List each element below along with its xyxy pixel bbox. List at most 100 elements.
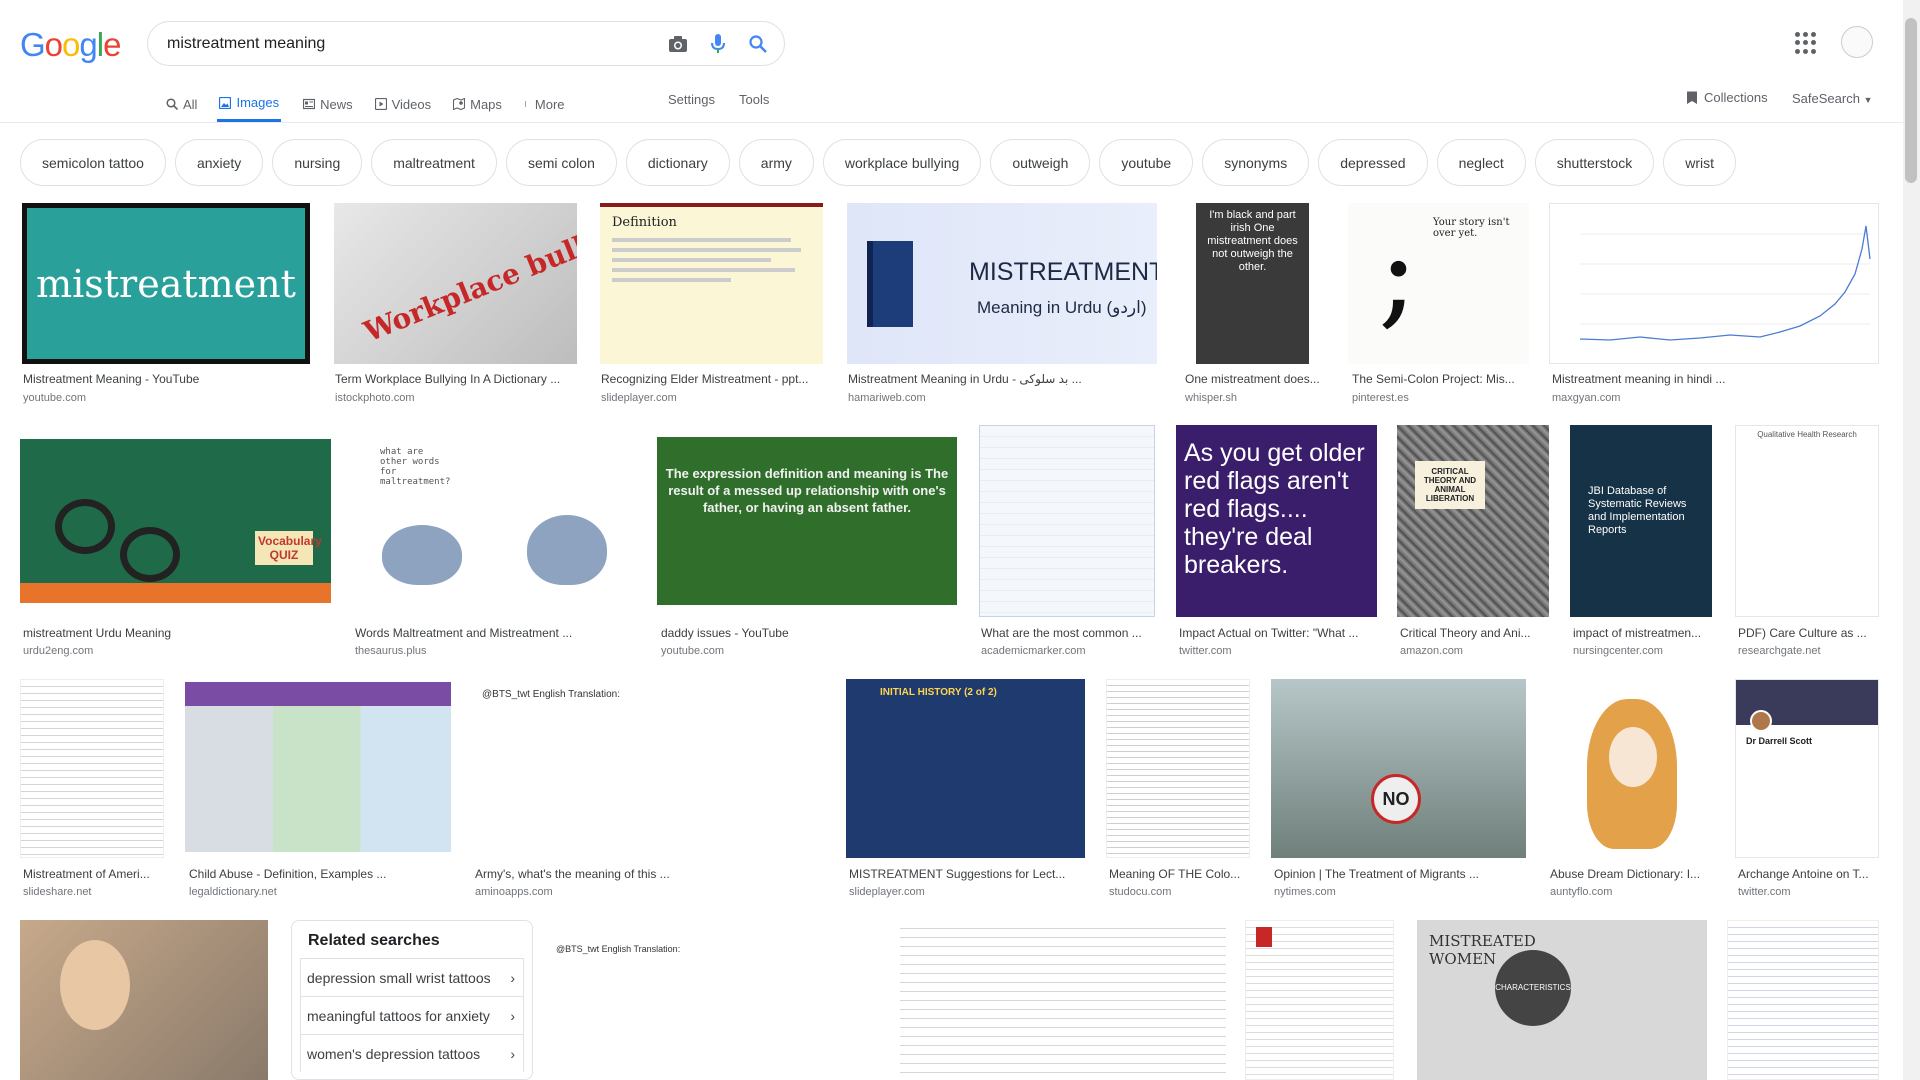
scrollbar[interactable] xyxy=(1903,0,1920,1080)
result-title[interactable]: Meaning OF THE Colo... xyxy=(1109,867,1249,881)
result-source[interactable]: nursingcenter.com xyxy=(1573,645,1663,657)
result-source[interactable]: amazon.com xyxy=(1400,645,1463,657)
result-source[interactable]: twitter.com xyxy=(1738,886,1791,898)
result-image[interactable] xyxy=(1547,679,1712,858)
result-source[interactable]: slideplayer.com xyxy=(601,392,677,404)
chip[interactable]: youtube xyxy=(1099,139,1194,186)
result-title[interactable]: mistreatment Urdu Meaning xyxy=(23,626,323,640)
result-image[interactable]: @BTS_twt English Translation: xyxy=(554,920,880,1080)
result-title[interactable]: Child Abuse - Definition, Examples ... xyxy=(189,867,449,881)
result-image[interactable]: The expression definition and meaning is… xyxy=(657,437,957,605)
result-image[interactable]: INITIAL HISTORY (2 of 2) xyxy=(846,679,1085,858)
chip[interactable]: synonyms xyxy=(1202,139,1310,186)
related-search-item[interactable]: meaningful tattoos for anxiety › xyxy=(300,996,524,1034)
result-image[interactable]: NO xyxy=(1271,679,1526,858)
result-title[interactable]: Mistreatment meaning in hindi ... xyxy=(1552,372,1852,386)
result-source[interactable]: pinterest.es xyxy=(1352,392,1409,404)
related-search-item[interactable]: women's depression tattoos › xyxy=(300,1034,524,1072)
result-image[interactable] xyxy=(1106,679,1250,858)
result-title[interactable]: What are the most common ... xyxy=(981,626,1151,640)
result-image[interactable]: CRITICAL THEORY AND ANIMAL LIBERATION xyxy=(1397,425,1549,617)
chip[interactable]: semicolon tattoo xyxy=(20,139,166,186)
result-image[interactable] xyxy=(1549,203,1879,364)
chip[interactable]: outweigh xyxy=(990,139,1091,186)
result-title[interactable]: Opinion | The Treatment of Migrants ... xyxy=(1274,867,1524,881)
chip[interactable]: shutterstock xyxy=(1534,139,1655,186)
search-box[interactable] xyxy=(147,21,785,66)
result-image[interactable]: Definition xyxy=(600,203,823,364)
result-image[interactable]: I'm black and part irish One mistreatmen… xyxy=(1196,203,1309,364)
result-image[interactable]: Qualitative Health Research xyxy=(1735,425,1879,617)
result-image[interactable]: Workplace bullying: xyxy=(334,203,577,364)
tab-news[interactable]: News xyxy=(303,86,353,122)
search-input[interactable] xyxy=(167,34,658,53)
chip[interactable]: nursing xyxy=(272,139,363,186)
result-title[interactable]: One mistreatment does... xyxy=(1185,372,1325,386)
result-image[interactable]: what are other words for maltreatment? xyxy=(352,425,637,617)
result-title[interactable]: Archange Antoine on T... xyxy=(1738,867,1878,881)
camera-icon[interactable] xyxy=(658,24,698,64)
tab-more[interactable]: More xyxy=(524,86,565,122)
collections-link[interactable]: Collections xyxy=(1686,90,1768,105)
chip[interactable]: army xyxy=(738,139,814,186)
result-image[interactable]: MISTREATED WOMEN CHARACTERISTICS xyxy=(1417,920,1707,1080)
result-image[interactable] xyxy=(1245,920,1394,1080)
avatar[interactable] xyxy=(1841,26,1873,58)
result-source[interactable]: maxgyan.com xyxy=(1552,392,1620,404)
settings-link[interactable]: Settings xyxy=(668,92,715,107)
result-source[interactable]: slideshare.net xyxy=(23,886,92,898)
chip[interactable]: semi colon xyxy=(505,139,617,186)
google-logo[interactable]: Google xyxy=(20,26,121,64)
chip[interactable]: workplace bullying xyxy=(822,139,982,186)
result-source[interactable]: youtube.com xyxy=(661,645,724,657)
microphone-icon[interactable] xyxy=(698,24,738,64)
result-source[interactable]: twitter.com xyxy=(1179,645,1232,657)
result-image[interactable]: mistreatment xyxy=(22,203,310,364)
result-image[interactable] xyxy=(185,682,451,852)
result-source[interactable]: aminoapps.com xyxy=(475,886,553,898)
tools-link[interactable]: Tools xyxy=(739,92,769,107)
result-title[interactable]: Abuse Dream Dictionary: I... xyxy=(1550,867,1710,881)
result-title[interactable]: Words Maltreatment and Mistreatment ... xyxy=(355,626,635,640)
result-title[interactable]: Army's, what's the meaning of this ... xyxy=(475,867,820,881)
result-title[interactable]: impact of mistreatmen... xyxy=(1573,626,1713,640)
chip[interactable]: wrist xyxy=(1663,139,1737,186)
related-search-item[interactable]: depression small wrist tattoos › xyxy=(300,958,524,996)
result-source[interactable]: whisper.sh xyxy=(1185,392,1237,404)
result-image[interactable] xyxy=(20,920,268,1080)
result-title[interactable]: Impact Actual on Twitter: "What ... xyxy=(1179,626,1374,640)
result-title[interactable]: Critical Theory and Ani... xyxy=(1400,626,1548,640)
result-source[interactable]: academicmarker.com xyxy=(981,645,1086,657)
result-title[interactable]: MISTREATMENT Suggestions for Lect... xyxy=(849,867,1084,881)
result-source[interactable]: legaldictionary.net xyxy=(189,886,277,898)
tab-all[interactable]: All xyxy=(166,86,197,122)
result-image[interactable]: ; Your story isn't over yet. xyxy=(1348,203,1529,364)
chip[interactable]: depressed xyxy=(1318,139,1428,186)
result-image[interactable]: JBI Database of Systematic Reviews and I… xyxy=(1570,425,1712,617)
result-image[interactable] xyxy=(20,679,164,858)
tab-videos[interactable]: Videos xyxy=(374,86,431,122)
result-source[interactable]: nytimes.com xyxy=(1274,886,1336,898)
result-title[interactable]: Mistreatment of Ameri... xyxy=(23,867,163,881)
result-source[interactable]: urdu2eng.com xyxy=(23,645,93,657)
result-source[interactable]: thesaurus.plus xyxy=(355,645,427,657)
tab-images[interactable]: Images xyxy=(217,86,282,122)
chip[interactable]: dictionary xyxy=(625,139,730,186)
chip[interactable]: anxiety xyxy=(174,139,264,186)
result-image[interactable] xyxy=(900,920,1226,1080)
chip[interactable]: neglect xyxy=(1436,139,1526,186)
result-image[interactable] xyxy=(979,425,1155,617)
result-title[interactable]: Mistreatment Meaning - YouTube xyxy=(23,372,311,386)
result-image[interactable]: @BTS_twt English Translation: xyxy=(472,679,825,858)
scrollbar-thumb[interactable] xyxy=(1905,18,1917,183)
result-image[interactable]: As you get older red flags aren't red fl… xyxy=(1176,425,1377,617)
search-icon[interactable] xyxy=(738,24,778,64)
result-image[interactable] xyxy=(1727,920,1879,1080)
result-source[interactable]: slideplayer.com xyxy=(849,886,925,898)
result-image[interactable]: Dr Darrell Scott xyxy=(1735,679,1879,858)
chip[interactable]: maltreatment xyxy=(371,139,497,186)
result-title[interactable]: PDF) Care Culture as ... xyxy=(1738,626,1878,640)
result-image[interactable]: Vocabulary QUIZ xyxy=(20,439,331,603)
result-source[interactable]: studocu.com xyxy=(1109,886,1171,898)
result-title[interactable]: Recognizing Elder Mistreatment - ppt... xyxy=(601,372,823,386)
